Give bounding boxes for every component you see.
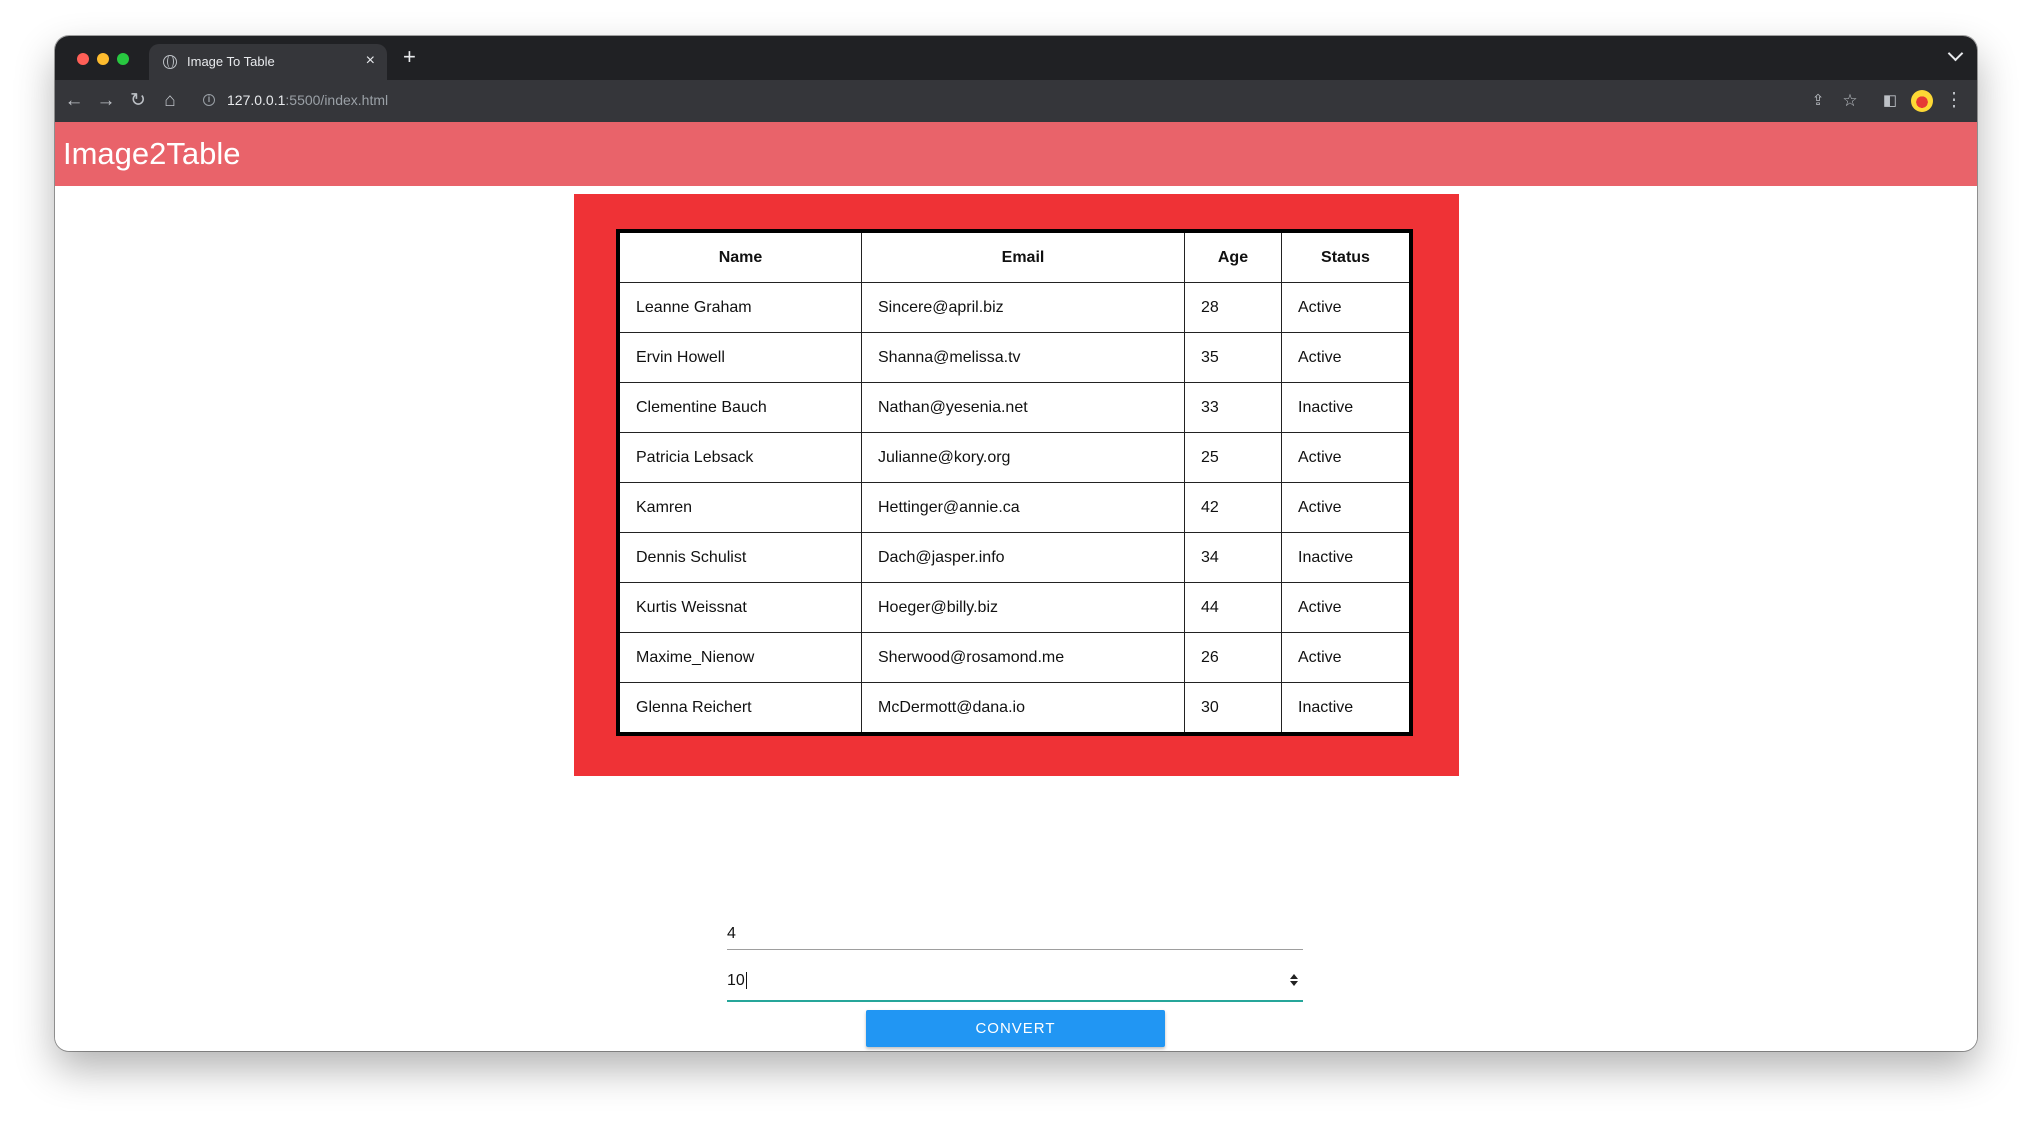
address-bar[interactable]: i 127.0.0.1:5500/index.html <box>197 85 1817 117</box>
close-window-button[interactable] <box>77 53 89 65</box>
cell-name: Maxime_Nienow <box>617 632 862 683</box>
cell-name: Kamren <box>617 482 862 533</box>
cell-name: Kurtis Weissnat <box>617 582 862 633</box>
cell-email: Hoeger@billy.biz <box>861 582 1185 633</box>
cell-email: Hettinger@annie.ca <box>861 482 1185 533</box>
cell-age: 42 <box>1184 482 1282 533</box>
side-panel-icon[interactable]: ◧ <box>1877 88 1903 114</box>
cell-status: Inactive <box>1281 682 1412 735</box>
header-age: Age <box>1184 230 1282 283</box>
browser-window: Image To Table × + ← → ↻ ⌂ i 127.0.0.1:5… <box>55 36 1977 1051</box>
cell-status: Active <box>1281 482 1412 533</box>
table-body: Leanne Graham Sincere@april.biz 28 Activ… <box>617 282 1412 735</box>
cell-name: Dennis Schulist <box>617 532 862 583</box>
columns-input-value[interactable]: 10 <box>727 972 747 990</box>
cell-email: Nathan@yesenia.net <box>861 382 1185 433</box>
table-row: Clementine Bauch Nathan@yesenia.net 33 I… <box>617 382 1412 433</box>
table-row: Kurtis Weissnat Hoeger@billy.biz 44 Acti… <box>617 582 1412 633</box>
stepper-down-icon[interactable] <box>1290 981 1298 986</box>
table-image-preview: Name Email Age Status Leanne Graham Sinc… <box>574 194 1459 776</box>
number-stepper-icon[interactable] <box>1289 972 1299 988</box>
home-icon[interactable]: ⌂ <box>157 88 183 114</box>
rows-input[interactable] <box>727 918 1303 950</box>
tab-close-icon[interactable]: × <box>366 52 375 70</box>
text-caret <box>745 972 747 990</box>
cell-age: 34 <box>1184 532 1282 583</box>
cell-status: Active <box>1281 332 1412 383</box>
star-icon[interactable]: ☆ <box>1837 88 1863 114</box>
url-text: 127.0.0.1:5500/index.html <box>227 92 388 108</box>
data-table: Name Email Age Status Leanne Graham Sinc… <box>616 229 1413 736</box>
cell-email: Shanna@melissa.tv <box>861 332 1185 383</box>
cell-email: Julianne@kory.org <box>861 432 1185 483</box>
url-path: :5500/index.html <box>285 92 389 108</box>
cell-name: Ervin Howell <box>617 332 862 383</box>
share-icon[interactable]: ⇪ <box>1805 88 1831 114</box>
cell-age: 33 <box>1184 382 1282 433</box>
table-row: Patricia Lebsack Julianne@kory.org 25 Ac… <box>617 432 1412 483</box>
profile-avatar[interactable] <box>1911 90 1933 112</box>
more-menu-icon[interactable]: ⋮ <box>1941 88 1967 114</box>
cell-age: 28 <box>1184 282 1282 333</box>
page-content: Image2Table Name Email Age Status Leanne… <box>55 122 1977 1051</box>
table-row: Ervin Howell Shanna@melissa.tv 35 Active <box>617 332 1412 383</box>
reload-icon[interactable]: ↻ <box>125 88 151 114</box>
table-row: Glenna Reichert McDermott@dana.io 30 Ina… <box>617 682 1412 735</box>
convert-button[interactable]: CONVERT <box>866 1010 1165 1047</box>
cell-status: Active <box>1281 282 1412 333</box>
header-name: Name <box>617 230 862 283</box>
back-arrow-icon[interactable]: ← <box>61 88 87 114</box>
cell-name: Leanne Graham <box>617 282 862 333</box>
info-icon[interactable]: i <box>203 94 215 106</box>
url-host: 127.0.0.1 <box>227 92 286 108</box>
table-row: Dennis Schulist Dach@jasper.info 34 Inac… <box>617 532 1412 583</box>
cell-email: McDermott@dana.io <box>861 682 1185 735</box>
maximize-window-button[interactable] <box>117 53 129 65</box>
chevron-down-icon[interactable] <box>1947 45 1964 62</box>
header-status: Status <box>1281 230 1412 283</box>
tab-title: Image To Table <box>187 54 275 69</box>
cell-status: Inactive <box>1281 382 1412 433</box>
stepper-up-icon[interactable] <box>1290 974 1298 979</box>
table-row: Maxime_Nienow Sherwood@rosamond.me 26 Ac… <box>617 632 1412 683</box>
cell-age: 26 <box>1184 632 1282 683</box>
globe-icon <box>163 55 177 69</box>
table-header-row: Name Email Age Status <box>617 230 1412 283</box>
table-row: Leanne Graham Sincere@april.biz 28 Activ… <box>617 282 1412 333</box>
cell-name: Clementine Bauch <box>617 382 862 433</box>
columns-value-text: 10 <box>727 972 745 989</box>
cell-name: Patricia Lebsack <box>617 432 862 483</box>
app-header: Image2Table <box>55 122 1977 186</box>
table-row: Kamren Hettinger@annie.ca 42 Active <box>617 482 1412 533</box>
cell-age: 44 <box>1184 582 1282 633</box>
cell-status: Active <box>1281 632 1412 683</box>
cell-email: Dach@jasper.info <box>861 532 1185 583</box>
cell-age: 30 <box>1184 682 1282 735</box>
browser-tab[interactable]: Image To Table × <box>149 44 387 80</box>
cell-status: Inactive <box>1281 532 1412 583</box>
cell-email: Sherwood@rosamond.me <box>861 632 1185 683</box>
cell-age: 25 <box>1184 432 1282 483</box>
cell-name: Glenna Reichert <box>617 682 862 735</box>
cell-email: Sincere@april.biz <box>861 282 1185 333</box>
forward-arrow-icon[interactable]: → <box>93 88 119 114</box>
header-email: Email <box>861 230 1185 283</box>
tab-strip: Image To Table × + <box>55 36 1977 80</box>
new-tab-button[interactable]: + <box>403 46 416 68</box>
columns-number-field[interactable]: 10 <box>727 960 1303 1002</box>
cell-status: Active <box>1281 432 1412 483</box>
cell-status: Active <box>1281 582 1412 633</box>
minimize-window-button[interactable] <box>97 53 109 65</box>
cell-age: 35 <box>1184 332 1282 383</box>
browser-toolbar: ← → ↻ ⌂ i 127.0.0.1:5500/index.html ⇪ ☆ … <box>55 80 1977 122</box>
app-title: Image2Table <box>63 136 241 171</box>
